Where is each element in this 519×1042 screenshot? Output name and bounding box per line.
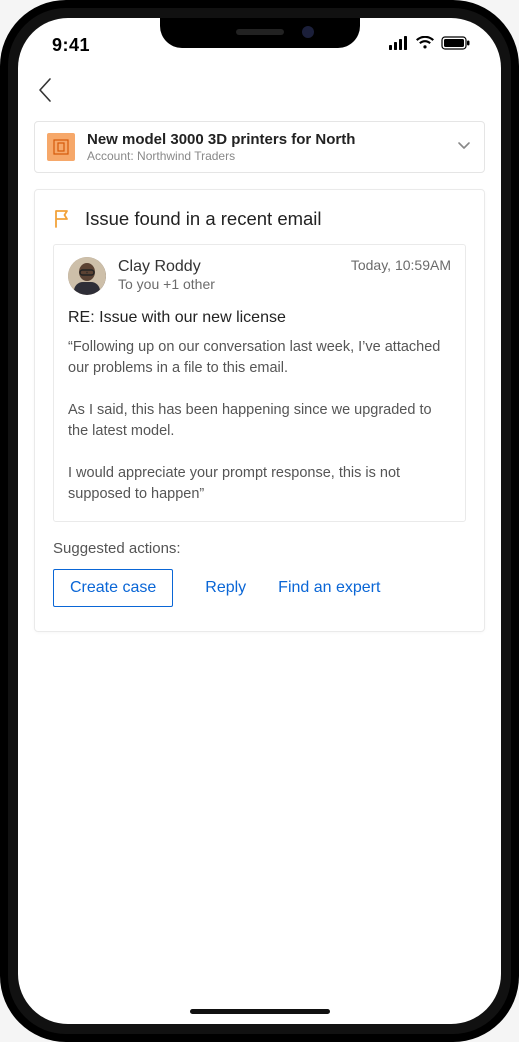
- suggested-actions-label: Suggested actions:: [53, 540, 466, 557]
- email-sender: Clay Roddy: [118, 257, 339, 276]
- flag-icon: [53, 209, 73, 229]
- suggested-actions-row: Create case Reply Find an expert: [53, 569, 466, 607]
- email-timestamp: Today, 10:59AM: [351, 257, 451, 273]
- cellular-signal-icon: [389, 36, 409, 55]
- side-button-vol-up: [0, 215, 3, 275]
- email-body: “Following up on our conversation last w…: [68, 337, 451, 505]
- status-time: 9:41: [52, 35, 90, 56]
- reply-button[interactable]: Reply: [205, 579, 246, 597]
- back-button[interactable]: [32, 72, 58, 113]
- email-preview-card[interactable]: Clay Roddy To you +1 other Today, 10:59A…: [53, 244, 466, 522]
- context-subtitle: Account: Northwind Traders: [87, 149, 444, 163]
- avatar: [68, 257, 106, 295]
- side-button-vol-down: [0, 290, 3, 350]
- context-subtitle-value: Northwind Traders: [137, 149, 235, 163]
- issue-card: Issue found in a recent email: [34, 189, 485, 632]
- screen: 9:41: [18, 18, 501, 1024]
- create-case-button[interactable]: Create case: [53, 569, 173, 607]
- email-subject: RE: Issue with our new license: [68, 309, 451, 327]
- status-icons: [389, 36, 471, 55]
- nav-bar: [18, 64, 501, 121]
- side-button-silence: [0, 160, 3, 190]
- find-expert-button[interactable]: Find an expert: [278, 579, 380, 597]
- issue-card-title: Issue found in a recent email: [85, 208, 322, 230]
- email-recipients: To you +1 other: [118, 276, 339, 292]
- opportunity-icon: [47, 133, 75, 161]
- chevron-left-icon: [36, 76, 54, 104]
- wifi-icon: [415, 36, 435, 55]
- home-indicator[interactable]: [190, 1009, 330, 1014]
- notch: [160, 18, 360, 48]
- phone-frame: 9:41: [0, 0, 519, 1042]
- chevron-down-icon: [456, 137, 472, 158]
- battery-icon: [441, 36, 471, 55]
- issue-card-header: Issue found in a recent email: [53, 208, 466, 230]
- context-subtitle-prefix: Account:: [87, 149, 134, 163]
- context-record-card[interactable]: New model 3000 3D printers for North Acc…: [34, 121, 485, 173]
- context-title: New model 3000 3D printers for North: [87, 131, 444, 149]
